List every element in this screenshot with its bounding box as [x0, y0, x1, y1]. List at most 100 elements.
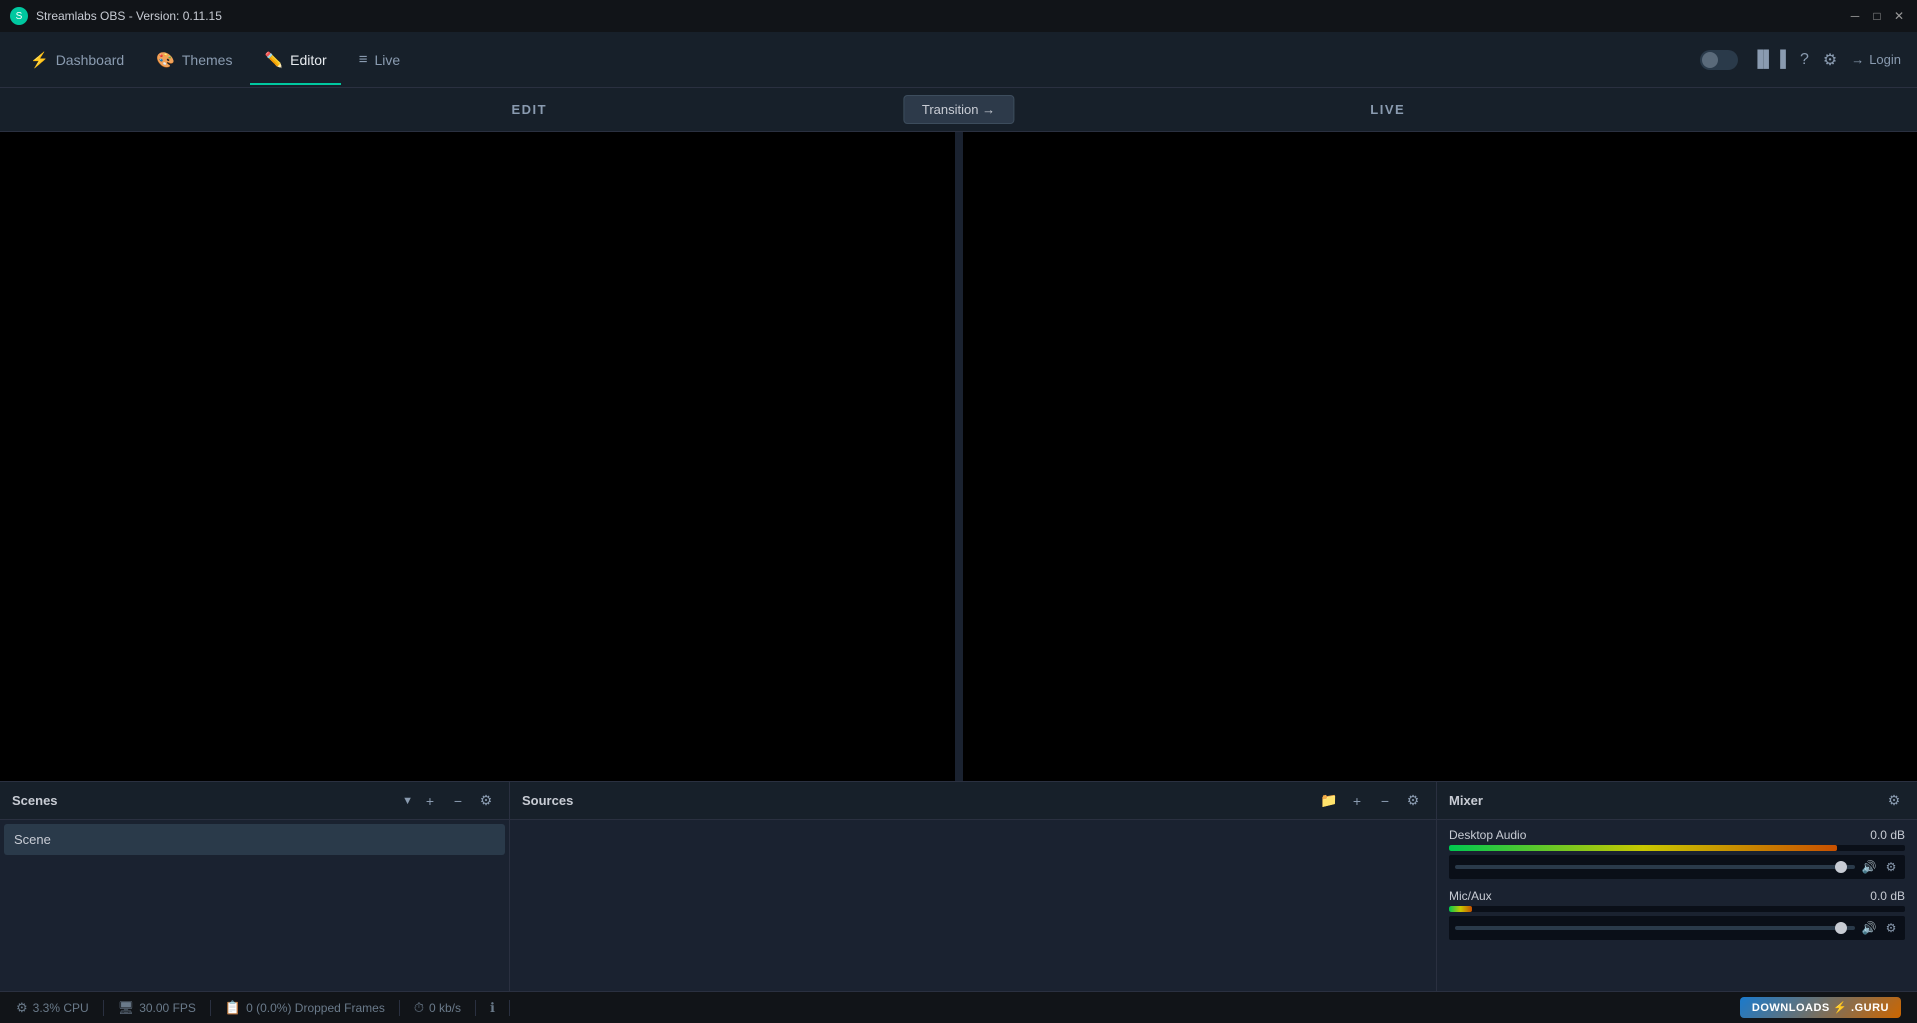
- sources-header: Sources 📁 + − ⚙: [510, 782, 1436, 820]
- mixer-title: Mixer: [1449, 793, 1877, 808]
- desktop-audio-knob[interactable]: [1835, 861, 1847, 873]
- mic-aux-slider[interactable]: [1455, 926, 1855, 930]
- nav-bar: ⚡ Dashboard 🎨 Themes ✏️ Editor ≡ Live ▐▌…: [0, 32, 1917, 88]
- scenes-dropdown-icon[interactable]: ▼: [402, 795, 413, 807]
- theme-toggle[interactable]: [1700, 50, 1738, 70]
- login-label: Login: [1869, 52, 1901, 67]
- main-area: EDIT Transition → LIVE Scenes ▼ + − ⚙ Sc…: [0, 88, 1917, 991]
- desktop-audio-settings-button[interactable]: ⚙: [1883, 859, 1899, 875]
- nav-right: ▐▌▐ ? ⚙ → Login: [1700, 50, 1901, 70]
- desktop-audio-mute-button[interactable]: 🔊: [1861, 859, 1877, 875]
- info-status[interactable]: ℹ: [476, 1000, 510, 1016]
- desktop-audio-db: 0.0 dB: [1855, 828, 1905, 842]
- sidebar-item-editor[interactable]: ✏️ Editor: [250, 43, 340, 77]
- mic-aux-settings-button[interactable]: ⚙: [1883, 920, 1899, 936]
- transition-button[interactable]: Transition →: [903, 95, 1014, 124]
- scenes-title: Scenes: [12, 793, 394, 808]
- mic-aux-controls: 🔊 ⚙: [1449, 916, 1905, 940]
- edit-label: EDIT: [100, 102, 959, 117]
- mixer-actions: ⚙: [1883, 790, 1905, 812]
- editor-icon: ✏️: [264, 51, 283, 69]
- info-icon: ℹ: [490, 1000, 495, 1016]
- sources-title: Sources: [522, 793, 1312, 808]
- dashboard-icon: ⚡: [30, 51, 49, 69]
- edit-preview-panel: [0, 132, 955, 781]
- sources-add-button[interactable]: +: [1346, 790, 1368, 812]
- mixer-content: Desktop Audio 0.0 dB 🔊 ⚙: [1437, 820, 1917, 991]
- scenes-actions: + − ⚙: [419, 790, 497, 812]
- sidebar-item-dashboard[interactable]: ⚡ Dashboard: [16, 43, 138, 77]
- studio-header: EDIT Transition → LIVE: [0, 88, 1917, 132]
- cpu-text: 3.3% CPU: [33, 1001, 89, 1015]
- mixer-track-mic: Mic/Aux 0.0 dB 🔊 ⚙: [1449, 889, 1905, 940]
- sources-actions: 📁 + − ⚙: [1318, 790, 1424, 812]
- sidebar-item-themes[interactable]: 🎨 Themes: [142, 43, 246, 77]
- mic-aux-meter-fill: [1449, 906, 1472, 912]
- guru-banner[interactable]: DOWNLOADS ⚡ .GURU: [1740, 997, 1901, 1018]
- themes-label: Themes: [182, 52, 233, 68]
- help-icon[interactable]: ?: [1800, 51, 1809, 69]
- scenes-remove-button[interactable]: −: [447, 790, 469, 812]
- guru-banner-text: DOWNLOADS ⚡ .GURU: [1752, 1001, 1889, 1014]
- list-item[interactable]: Scene: [4, 824, 505, 855]
- sources-panel: Sources 📁 + − ⚙: [510, 782, 1437, 991]
- app-title: Streamlabs OBS - Version: 0.11.15: [36, 9, 1839, 23]
- scenes-add-button[interactable]: +: [419, 790, 441, 812]
- preview-divider[interactable]: [955, 132, 963, 781]
- close-button[interactable]: ✕: [1891, 8, 1907, 24]
- desktop-audio-meter: [1449, 845, 1905, 851]
- mic-aux-knob[interactable]: [1835, 922, 1847, 934]
- mixer-track-desktop-header: Desktop Audio 0.0 dB: [1449, 828, 1905, 842]
- fps-icon: 🖥: [118, 1000, 135, 1016]
- desktop-audio-slider[interactable]: [1455, 865, 1855, 869]
- mic-aux-mute-button[interactable]: 🔊: [1861, 920, 1877, 936]
- fps-text: 30.00 FPS: [139, 1001, 196, 1015]
- mixer-header: Mixer ⚙: [1437, 782, 1917, 820]
- cpu-status: ⚙ 3.3% CPU: [16, 1000, 104, 1016]
- scenes-header: Scenes ▼ + − ⚙: [0, 782, 509, 820]
- mixer-settings-button[interactable]: ⚙: [1883, 790, 1905, 812]
- sources-folder-button[interactable]: 📁: [1318, 790, 1340, 812]
- scenes-settings-button[interactable]: ⚙: [475, 790, 497, 812]
- preview-area: [0, 132, 1917, 781]
- desktop-audio-meter-fill: [1449, 845, 1837, 851]
- app-icon: S: [10, 7, 28, 25]
- scene-name: Scene: [14, 832, 51, 847]
- status-bar: ⚙ 3.3% CPU 🖥 30.00 FPS 📋 0 (0.0%) Droppe…: [0, 991, 1917, 1023]
- title-bar: S Streamlabs OBS - Version: 0.11.15 ─ □ …: [0, 0, 1917, 32]
- desktop-audio-label: Desktop Audio: [1449, 828, 1855, 842]
- toggle-knob: [1702, 52, 1718, 68]
- sources-settings-button[interactable]: ⚙: [1402, 790, 1424, 812]
- mic-aux-db: 0.0 dB: [1855, 889, 1905, 903]
- bottom-panels: Scenes ▼ + − ⚙ Scene Sources 📁 +: [0, 781, 1917, 991]
- mic-aux-meter: [1449, 906, 1905, 912]
- sources-remove-button[interactable]: −: [1374, 790, 1396, 812]
- mic-aux-label: Mic/Aux: [1449, 889, 1855, 903]
- sidebar-item-live[interactable]: ≡ Live: [345, 43, 414, 76]
- cpu-icon: ⚙: [16, 1000, 28, 1016]
- themes-icon: 🎨: [156, 51, 175, 69]
- dashboard-label: Dashboard: [56, 52, 125, 68]
- scenes-list: Scene: [0, 820, 509, 991]
- window-controls: ─ □ ✕: [1847, 8, 1907, 24]
- stats-icon[interactable]: ▐▌▐: [1752, 51, 1786, 69]
- nav-items: ⚡ Dashboard 🎨 Themes ✏️ Editor ≡ Live: [16, 43, 1700, 77]
- mixer-track-desktop: Desktop Audio 0.0 dB 🔊 ⚙: [1449, 828, 1905, 879]
- desktop-audio-controls: 🔊 ⚙: [1449, 855, 1905, 879]
- live-label: Live: [374, 52, 400, 68]
- sources-list: [510, 820, 1436, 991]
- live-label: LIVE: [959, 102, 1818, 117]
- bandwidth-status: ⏱ 0 kb/s: [400, 1000, 476, 1016]
- login-button[interactable]: → Login: [1851, 52, 1901, 67]
- editor-label: Editor: [290, 52, 327, 68]
- bandwidth-icon: ⏱: [414, 1000, 424, 1016]
- maximize-button[interactable]: □: [1869, 8, 1885, 24]
- dropped-frames-icon: 📋: [225, 1000, 241, 1016]
- live-preview-panel: [963, 132, 1917, 781]
- fps-status: 🖥 30.00 FPS: [104, 1000, 211, 1016]
- settings-icon[interactable]: ⚙: [1823, 50, 1837, 70]
- mixer-panel: Mixer ⚙ Desktop Audio 0.0 dB: [1437, 782, 1917, 991]
- scenes-panel: Scenes ▼ + − ⚙ Scene: [0, 782, 510, 991]
- minimize-button[interactable]: ─: [1847, 8, 1863, 24]
- bandwidth-text: 0 kb/s: [429, 1001, 461, 1015]
